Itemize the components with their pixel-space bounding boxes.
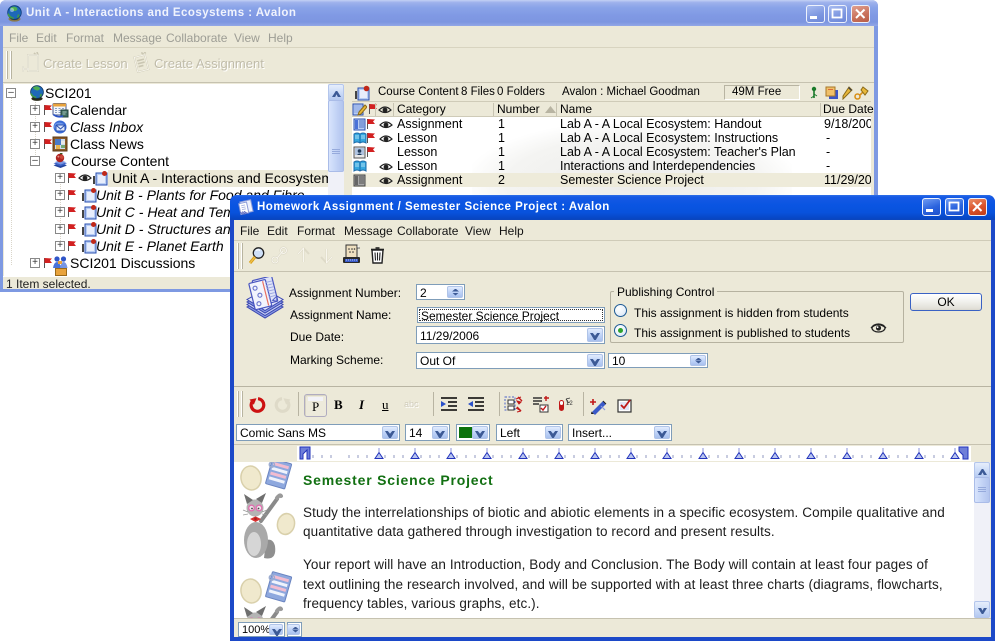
svg-text:12: 12	[566, 401, 573, 407]
